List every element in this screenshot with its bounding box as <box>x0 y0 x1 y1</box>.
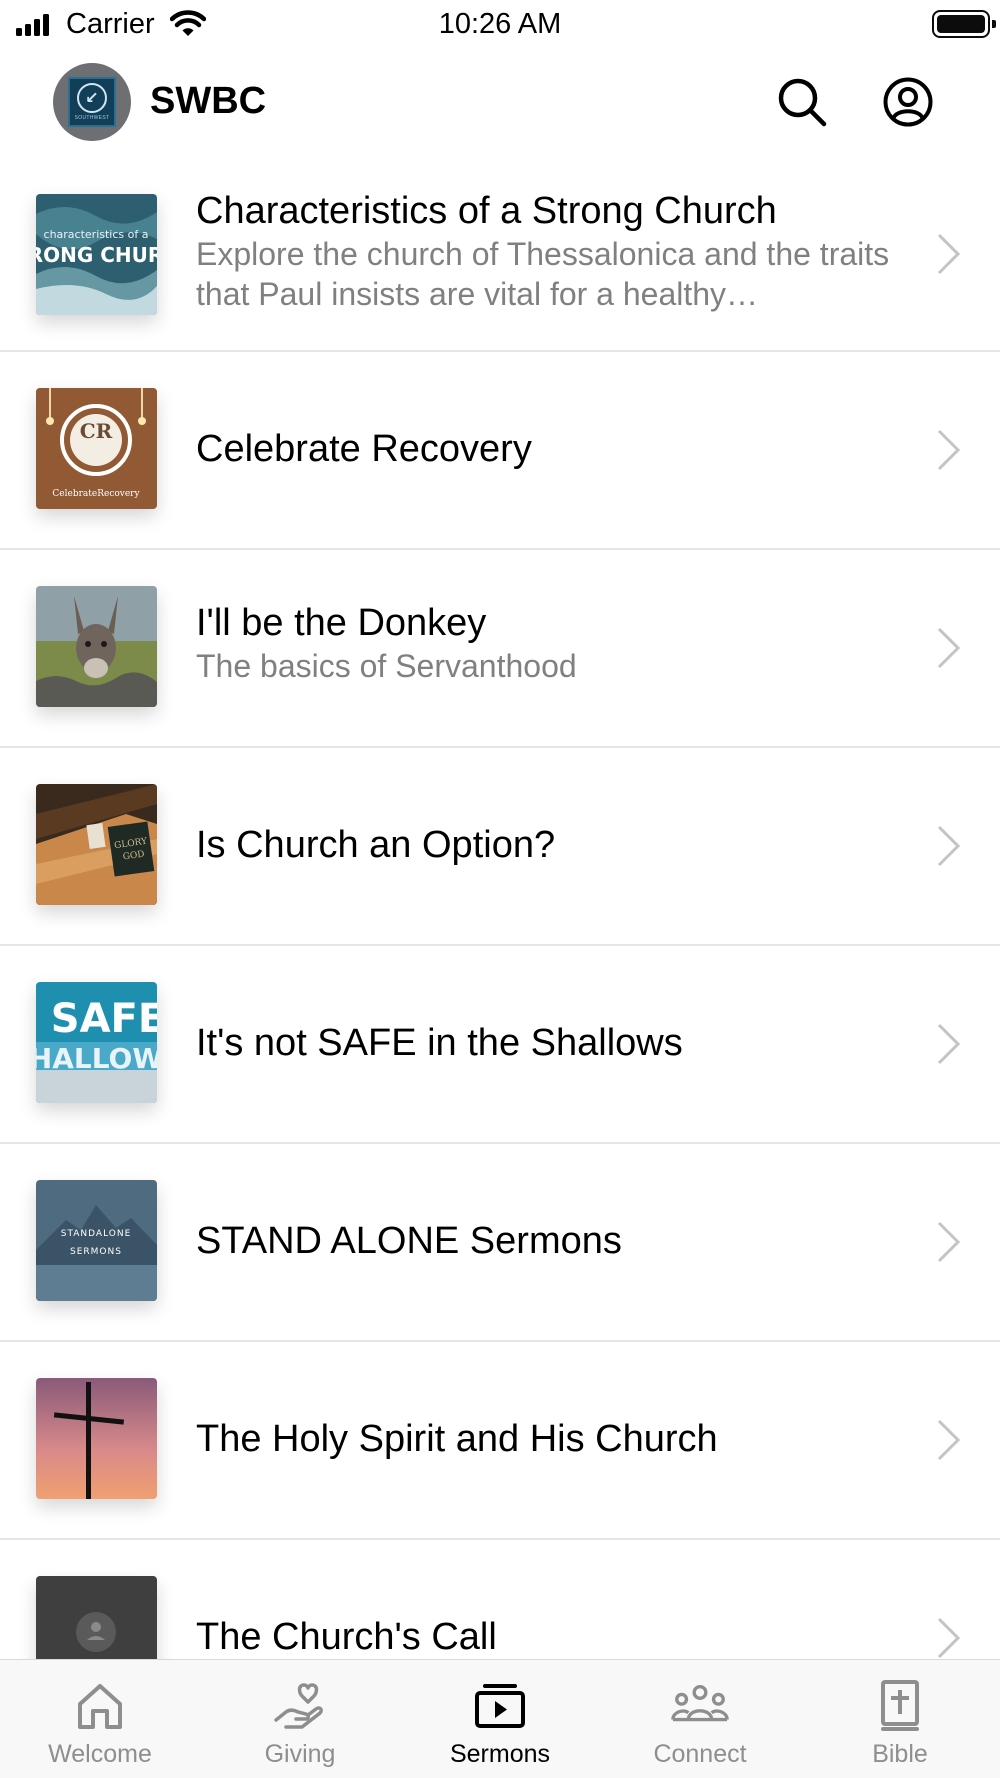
sermon-title: It's not SAFE in the Shallows <box>196 1022 683 1064</box>
sermon-thumbnail: STANDALONE SERMONS <box>36 1180 157 1301</box>
sermon-subtitle: The basics of Servanthood <box>196 648 577 684</box>
thumb-text: STANDALONE <box>61 1229 132 1239</box>
chevron-right-icon <box>937 1023 961 1065</box>
sermon-list: characteristics of a TRONG CHURC Charact… <box>0 156 1000 1738</box>
thumb-text: SERMONS <box>70 1247 122 1257</box>
sermon-thumbnail <box>36 1378 157 1499</box>
chevron-right-icon <box>937 233 961 275</box>
tab-bar: Welcome Giving Sermons Connect Bible <box>0 1659 1000 1778</box>
sermon-title: STAND ALONE Sermons <box>196 1220 622 1262</box>
thumb-text: CelebrateRecovery <box>52 489 140 499</box>
sermon-thumbnail <box>36 586 157 707</box>
tab-label: Bible <box>872 1740 928 1768</box>
tab-label: Welcome <box>48 1740 152 1768</box>
tab-sermons[interactable]: Sermons <box>400 1660 600 1778</box>
thumb-text: CR <box>80 419 113 443</box>
thumb-text: HALLOW <box>36 1042 157 1075</box>
tab-label: Sermons <box>449 1740 551 1768</box>
chevron-right-icon <box>937 1617 961 1659</box>
sermon-row[interactable]: SAFE HALLOW It's not SAFE in the Shallow… <box>0 946 1000 1144</box>
status-time: 10:26 AM <box>438 8 562 40</box>
sermon-title: Is Church an Option? <box>196 824 556 866</box>
chevron-right-icon <box>937 429 961 471</box>
sermon-subtitle: Explore the church of Thessalonica and t… <box>196 236 890 312</box>
logo-text: SOUTHWEST <box>74 115 110 121</box>
sermon-row[interactable]: GLORY GOD Is Church an Option? <box>0 748 1000 946</box>
thumb-text: TRONG CHURC <box>36 243 157 267</box>
sermon-title: The Holy Spirit and His Church <box>196 1418 718 1460</box>
battery-icon <box>932 10 996 38</box>
tab-connect[interactable]: Connect <box>600 1660 800 1778</box>
home-icon <box>78 1684 122 1729</box>
sermon-title: Characteristics of a Strong Church <box>196 190 777 232</box>
sermon-row[interactable]: CR CelebrateRecovery Celebrate Recovery <box>0 352 1000 550</box>
bible-cross-icon <box>881 1680 919 1731</box>
tab-bible[interactable]: Bible <box>800 1660 1000 1778</box>
giving-hand-heart-icon <box>274 1683 323 1729</box>
status-bar: Carrier 10:26 AM <box>0 0 1000 50</box>
app-title: SWBC <box>150 80 267 122</box>
sermon-title: Celebrate Recovery <box>196 428 532 470</box>
sermon-thumbnail: characteristics of a TRONG CHURC <box>36 194 157 315</box>
sermon-row[interactable]: characteristics of a TRONG CHURC Charact… <box>0 156 1000 352</box>
user-circle-icon <box>883 77 933 127</box>
thumb-text: characteristics of a <box>44 228 149 241</box>
tab-welcome[interactable]: Welcome <box>0 1660 200 1778</box>
thumb-text: SAFE <box>51 996 157 1042</box>
profile-button[interactable] <box>880 74 936 130</box>
sermon-row[interactable]: The Holy Spirit and His Church <box>0 1342 1000 1540</box>
video-play-icon <box>475 1684 525 1728</box>
sermon-thumbnail: GLORY GOD <box>36 784 157 905</box>
chevron-right-icon <box>937 1419 961 1461</box>
search-button[interactable] <box>774 74 830 130</box>
church-logo: ↙ SOUTHWEST <box>53 63 131 141</box>
sermon-thumbnail: SAFE HALLOW <box>36 982 157 1103</box>
sermon-row[interactable]: I'll be the Donkey The basics of Servant… <box>0 550 1000 748</box>
app-header: ↙ SOUTHWEST SWBC <box>0 58 1000 148</box>
people-group-icon <box>671 1684 729 1722</box>
sermon-thumbnail: CR CelebrateRecovery <box>36 388 157 509</box>
sermon-title: I'll be the Donkey <box>196 602 487 644</box>
tab-giving[interactable]: Giving <box>200 1660 400 1778</box>
sermon-title: The Church's Call <box>196 1616 497 1658</box>
chevron-right-icon <box>937 1221 961 1263</box>
sermon-row[interactable]: STANDALONE SERMONS STAND ALONE Sermons <box>0 1144 1000 1342</box>
search-icon <box>778 78 827 127</box>
chevron-right-icon <box>937 825 961 867</box>
tab-label: Giving <box>264 1740 336 1768</box>
tab-label: Connect <box>653 1740 747 1768</box>
chevron-right-icon <box>937 627 961 669</box>
